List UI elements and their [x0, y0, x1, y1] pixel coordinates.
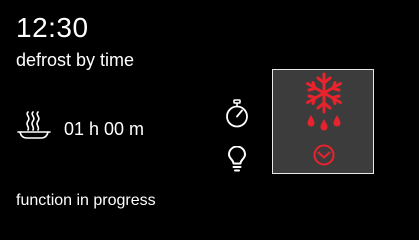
light-bulb-icon[interactable]: [227, 146, 247, 172]
clock-time: 12:30: [16, 12, 89, 43]
status-message: function in progress: [16, 192, 156, 209]
program-duration: 01 h 00 m: [64, 119, 145, 139]
stopwatch-icon[interactable]: [225, 99, 249, 129]
oven-display-screen: 12:30 defrost by time 01 h 00 m function…: [0, 0, 419, 240]
mode-label: defrost by time: [16, 50, 135, 70]
dish-steam-icon: [17, 111, 51, 139]
defrost-program-tile[interactable]: [272, 69, 374, 174]
clock-icon: [313, 144, 335, 166]
